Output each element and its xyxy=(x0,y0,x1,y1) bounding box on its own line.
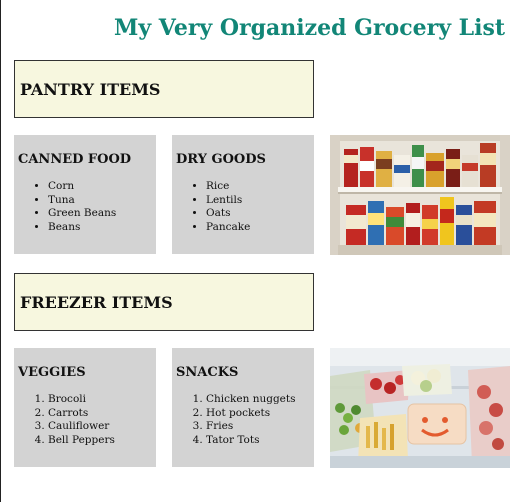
freezer-bags-photo xyxy=(330,348,510,468)
list-title-veggies: VEGGIES xyxy=(18,365,86,380)
section-header-pantry: PANTRY ITEMS xyxy=(14,60,314,118)
section-header-freezer: FREEZER ITEMS xyxy=(14,273,314,331)
list-item: Tator Tots xyxy=(206,434,310,448)
page-title: My Very Organized Grocery List xyxy=(114,15,506,41)
list-item: Corn xyxy=(48,180,152,194)
list-item: Tuna xyxy=(48,194,152,208)
list-card-canned-food: CANNED FOOD Corn Tuna Green Beans Beans xyxy=(14,135,156,254)
list-item: Brocoli xyxy=(48,393,152,407)
list-item: Green Beans xyxy=(48,207,152,221)
snacks-list: Chicken nuggets Hot pockets Fries Tator … xyxy=(176,393,310,447)
veggies-list: Brocoli Carrots Cauliflower Bell Peppers xyxy=(18,393,152,447)
list-card-snacks: SNACKS Chicken nuggets Hot pockets Fries… xyxy=(172,348,314,467)
list-item: Chicken nuggets xyxy=(206,393,310,407)
page-left-border xyxy=(0,0,1,502)
list-item: Rice xyxy=(206,180,310,194)
section-title-pantry: PANTRY ITEMS xyxy=(20,79,161,99)
list-item: Hot pockets xyxy=(206,407,310,421)
canned-food-list: Corn Tuna Green Beans Beans xyxy=(18,180,152,234)
list-item: Lentils xyxy=(206,194,310,208)
pantry-shelves-photo xyxy=(330,135,510,255)
list-item: Fries xyxy=(206,420,310,434)
list-card-veggies: VEGGIES Brocoli Carrots Cauliflower Bell… xyxy=(14,348,156,467)
list-item: Pancake xyxy=(206,221,310,235)
list-item: Beans xyxy=(48,221,152,235)
list-title-canned-food: CANNED FOOD xyxy=(18,152,132,167)
list-title-snacks: SNACKS xyxy=(176,365,239,380)
list-item: Carrots xyxy=(48,407,152,421)
list-title-dry-goods: DRY GOODS xyxy=(176,152,266,167)
list-item: Oats xyxy=(206,207,310,221)
list-item: Cauliflower xyxy=(48,420,152,434)
list-card-dry-goods: DRY GOODS Rice Lentils Oats Pancake xyxy=(172,135,314,254)
section-title-freezer: FREEZER ITEMS xyxy=(20,292,173,312)
list-item: Bell Peppers xyxy=(48,434,152,448)
dry-goods-list: Rice Lentils Oats Pancake xyxy=(176,180,310,234)
